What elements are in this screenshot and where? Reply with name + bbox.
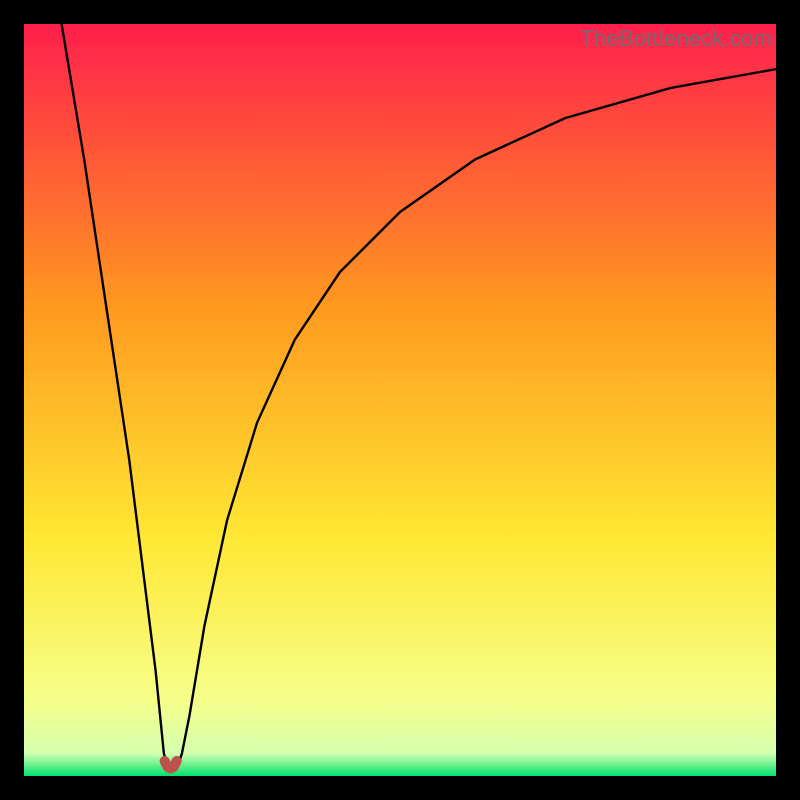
chart-background	[24, 24, 776, 776]
dip-marker	[165, 761, 177, 769]
chart-canvas	[24, 24, 776, 776]
chart-frame: TheBottleneck.com	[24, 24, 776, 776]
